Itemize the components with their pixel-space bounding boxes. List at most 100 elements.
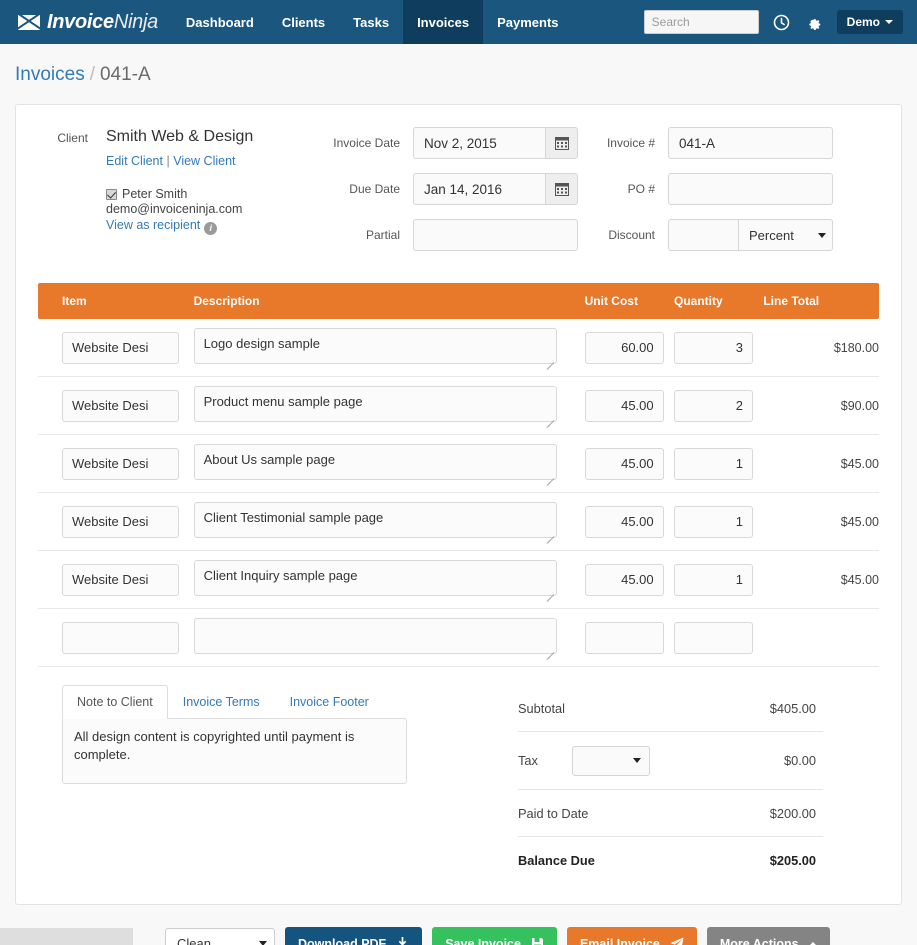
item-input[interactable] xyxy=(62,621,179,654)
cell-item xyxy=(38,608,194,667)
discount-input[interactable] xyxy=(668,219,738,251)
column-header-item: Item xyxy=(38,283,194,319)
tab-note-to-client[interactable]: Note to Client xyxy=(62,685,168,719)
client-links: Edit Client | View Client xyxy=(106,154,253,168)
user-menu-label: Demo xyxy=(846,15,880,29)
cell-quantity xyxy=(673,492,764,551)
item-input[interactable] xyxy=(62,331,179,364)
nav-link-invoices[interactable]: Invoices xyxy=(403,0,484,44)
table-row: Client Inquiry sample page $45.00 xyxy=(38,550,879,609)
download-status-bar xyxy=(0,928,133,945)
nav-link-clients[interactable]: Clients xyxy=(268,0,339,44)
table-row: Client Testimonial sample page $45.00 xyxy=(38,492,879,551)
info-icon[interactable]: i xyxy=(204,221,218,235)
more-actions-button[interactable]: More Actions xyxy=(706,927,830,945)
due-date-group xyxy=(413,173,578,205)
client-label: Client xyxy=(57,131,88,145)
cell-line-total xyxy=(763,608,879,667)
partial-input[interactable] xyxy=(413,219,578,251)
gear-icon[interactable] xyxy=(805,13,823,31)
email-invoice-button[interactable]: Email Invoice xyxy=(566,927,697,945)
edit-client-link[interactable]: Edit Client xyxy=(106,154,163,168)
quantity-input[interactable] xyxy=(673,621,753,654)
po-number-input[interactable] xyxy=(668,173,833,205)
balance-due-label: Balance Due xyxy=(518,853,595,868)
unit-cost-input[interactable] xyxy=(584,331,664,364)
discount-group: Percent xyxy=(668,219,833,251)
calendar-icon[interactable] xyxy=(545,173,578,205)
invoice-number-input[interactable] xyxy=(668,127,833,159)
quantity-input[interactable] xyxy=(673,331,753,364)
po-number-label: PO # xyxy=(627,182,655,196)
client-column: Client Smith Web & Design Edit Client | … xyxy=(38,127,313,265)
download-pdf-button[interactable]: Download PDF xyxy=(285,927,423,945)
numbers-column: Invoice # PO # Discount Percent xyxy=(578,127,863,265)
breadcrumb-link-invoices[interactable]: Invoices xyxy=(15,64,85,85)
tab-invoice-footer[interactable]: Invoice Footer xyxy=(275,685,384,718)
column-header-unit-cost: Unit Cost xyxy=(584,283,674,319)
unit-cost-input[interactable] xyxy=(584,447,664,480)
quantity-input[interactable] xyxy=(673,563,753,596)
item-input[interactable] xyxy=(62,505,179,538)
paid-to-date-value: $200.00 xyxy=(769,805,816,821)
table-header-row: Item Description Unit Cost Quantity Line… xyxy=(38,283,879,319)
tax-rate-select[interactable] xyxy=(571,745,650,776)
contact-block: Peter Smith demo@invoiceninja.com View a… xyxy=(106,187,253,235)
save-invoice-button[interactable]: Save Invoice xyxy=(432,927,557,945)
unit-cost-input[interactable] xyxy=(584,505,664,538)
user-menu-button[interactable]: Demo xyxy=(836,10,903,34)
contact-checkbox[interactable] xyxy=(106,189,117,201)
description-input[interactable]: Client Inquiry sample page xyxy=(193,560,557,596)
unit-cost-input[interactable] xyxy=(584,563,664,596)
calendar-icon[interactable] xyxy=(545,127,578,159)
search-input[interactable] xyxy=(643,10,759,34)
nav-link-dashboard[interactable]: Dashboard xyxy=(172,0,268,44)
totals-row-balance: Balance Due $205.00 xyxy=(518,837,823,884)
description-input[interactable]: Client Testimonial sample page xyxy=(193,502,557,538)
cell-unit-cost xyxy=(584,608,674,667)
item-input[interactable] xyxy=(62,447,179,480)
cell-line-total: $90.00 xyxy=(763,376,879,435)
quantity-input[interactable] xyxy=(673,505,753,538)
description-input[interactable]: About Us sample page xyxy=(193,444,557,480)
nav-link-payments[interactable]: Payments xyxy=(483,0,572,44)
nav-link-tasks[interactable]: Tasks xyxy=(339,0,403,44)
note-to-client-textarea[interactable]: All design content is copyrighted until … xyxy=(62,718,407,784)
table-row xyxy=(38,608,879,667)
due-date-label: Due Date xyxy=(349,182,400,196)
due-date-input[interactable] xyxy=(413,173,545,205)
description-input[interactable] xyxy=(193,618,557,654)
invoice-date-input[interactable] xyxy=(413,127,545,159)
view-client-link[interactable]: View Client xyxy=(173,154,235,168)
description-input[interactable]: Product menu sample page xyxy=(193,386,557,422)
item-input[interactable] xyxy=(62,563,179,596)
view-as-recipient-row: View as recipient i xyxy=(106,218,253,235)
clock-icon[interactable] xyxy=(773,13,791,31)
view-as-recipient-link[interactable]: View as recipient xyxy=(106,218,200,232)
unit-cost-input[interactable] xyxy=(584,389,664,422)
item-input[interactable] xyxy=(62,389,179,422)
quantity-input[interactable] xyxy=(673,389,753,422)
partial-label: Partial xyxy=(365,228,400,242)
cell-quantity xyxy=(673,550,764,609)
cell-description: Product menu sample page xyxy=(193,376,585,435)
discount-label: Discount xyxy=(608,228,655,242)
envelope-icon xyxy=(18,14,40,30)
quantity-input[interactable] xyxy=(673,447,753,480)
invoice-card: Client Smith Web & Design Edit Client | … xyxy=(15,104,902,905)
tab-invoice-terms[interactable]: Invoice Terms xyxy=(168,685,275,718)
discount-type-select[interactable]: Percent xyxy=(738,219,833,251)
dates-column: Invoice Date Due Date Partia xyxy=(313,127,578,265)
tax-value: $0.00 xyxy=(783,753,816,768)
cell-line-total: $45.00 xyxy=(763,434,879,493)
cell-description: Client Testimonial sample page xyxy=(193,492,585,551)
cell-description: Logo design sample xyxy=(193,319,585,377)
invoice-date-row: Invoice Date xyxy=(313,127,578,159)
unit-cost-input[interactable] xyxy=(584,621,664,654)
cell-description xyxy=(193,608,585,667)
download-icon xyxy=(396,937,409,945)
template-select[interactable]: Clean xyxy=(165,928,275,945)
description-input[interactable]: Logo design sample xyxy=(193,328,557,364)
brand-logo[interactable]: InvoiceNinja xyxy=(0,0,172,44)
totals-row-subtotal: Subtotal $405.00 xyxy=(518,685,823,732)
